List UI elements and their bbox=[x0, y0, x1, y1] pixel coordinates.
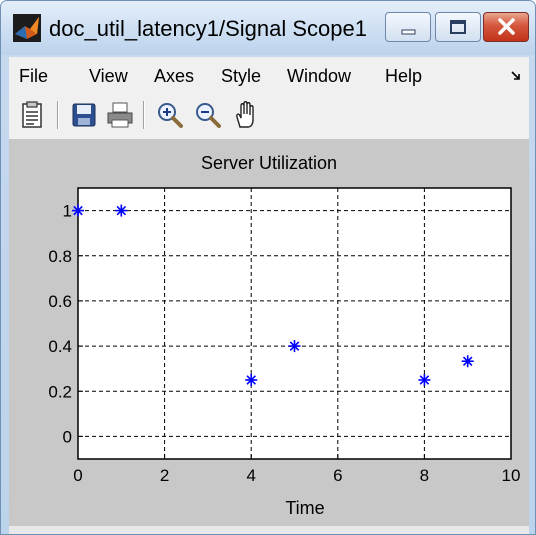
x-axis-label: Time bbox=[285, 498, 324, 518]
toolbar-separator bbox=[57, 101, 59, 129]
minimize-button[interactable] bbox=[385, 12, 431, 42]
parameters-icon[interactable] bbox=[17, 100, 47, 130]
x-tick-label: 2 bbox=[160, 466, 169, 485]
maximize-icon bbox=[450, 20, 466, 34]
close-button[interactable] bbox=[483, 12, 529, 42]
menu-bar: File View Axes Style Window Help bbox=[9, 57, 529, 94]
menu-window[interactable]: Window bbox=[287, 66, 351, 87]
axes-background[interactable] bbox=[78, 188, 511, 459]
menu-view[interactable]: View bbox=[89, 66, 128, 87]
zoom-out-icon[interactable] bbox=[193, 100, 223, 130]
x-tick-label: 10 bbox=[502, 466, 521, 485]
x-tick-label: 4 bbox=[246, 466, 255, 485]
save-icon[interactable] bbox=[69, 100, 99, 130]
title-bar[interactable]: doc_util_latency1/Signal Scope1 bbox=[1, 1, 535, 55]
y-tick-label: 1 bbox=[63, 202, 72, 221]
scope-window: doc_util_latency1/Signal Scope1 File Vie… bbox=[0, 0, 536, 535]
menu-arrow-icon[interactable] bbox=[511, 71, 521, 81]
print-icon[interactable] bbox=[105, 100, 135, 130]
x-tick-label: 0 bbox=[73, 466, 82, 485]
toolbar-separator bbox=[143, 101, 145, 129]
matlab-icon bbox=[13, 14, 41, 42]
window-title: doc_util_latency1/Signal Scope1 bbox=[49, 16, 368, 41]
menu-file[interactable]: File bbox=[19, 66, 48, 87]
menu-axes[interactable]: Axes bbox=[154, 66, 194, 87]
scope-plot: 0 2 4 6 8 10 0 0.2 0.4 0.6 0.8 1 Server Utilization… bbox=[48, 153, 521, 518]
minimize-icon bbox=[401, 29, 416, 35]
y-tick-label: 0.2 bbox=[48, 382, 72, 401]
x-tick-label: 8 bbox=[420, 466, 429, 485]
status-strip bbox=[9, 526, 529, 534]
y-tick-label: 0 bbox=[63, 427, 72, 446]
x-tick-label: 6 bbox=[333, 466, 342, 485]
chart-title: Server Utilization bbox=[201, 153, 337, 173]
y-tick-label: 0.6 bbox=[48, 292, 72, 311]
menu-style[interactable]: Style bbox=[221, 66, 261, 87]
zoom-in-icon[interactable] bbox=[155, 100, 185, 130]
figure-area: 0 2 4 6 8 10 0 0.2 0.4 0.6 0.8 1 Server Utilization… bbox=[9, 140, 529, 534]
close-icon bbox=[498, 18, 515, 35]
y-tick-label: 0.4 bbox=[48, 337, 72, 356]
y-tick-label: 0.8 bbox=[48, 247, 72, 266]
toolbar bbox=[9, 93, 529, 140]
menu-help[interactable]: Help bbox=[385, 66, 422, 87]
pan-hand-icon[interactable] bbox=[231, 100, 261, 130]
maximize-button[interactable] bbox=[435, 12, 481, 42]
